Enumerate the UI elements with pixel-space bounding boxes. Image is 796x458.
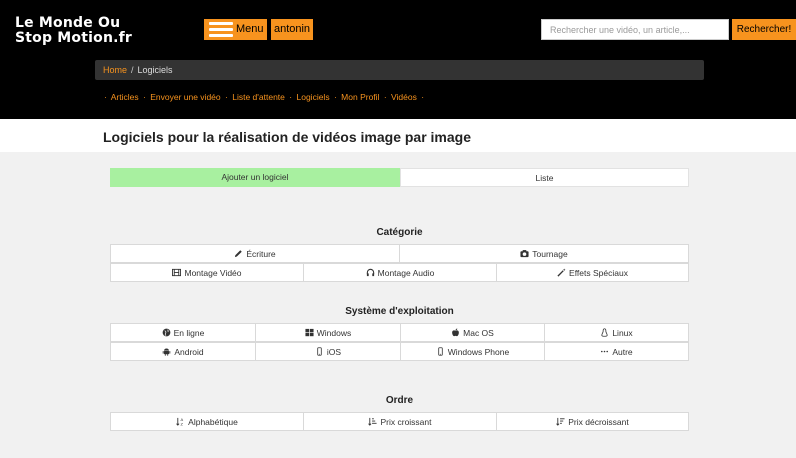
apple-icon: [452, 328, 459, 337]
category-label: Effets Spéciaux: [569, 267, 628, 278]
sort-amount-desc-icon: [556, 417, 565, 426]
page-title: Logiciels pour la réalisation de vidéos …: [103, 129, 472, 145]
breadcrumb-home[interactable]: Home: [103, 65, 127, 75]
camera-icon: [520, 250, 529, 258]
os-autre-button[interactable]: Autre: [544, 342, 689, 361]
nav-envoyer-video[interactable]: Envoyer une vidéo: [150, 92, 220, 102]
globe-icon: [162, 328, 171, 337]
section-title-categorie: Catégorie: [376, 227, 423, 238]
header-bar: Le Monde Ou Stop Motion.fr Menu antonin …: [0, 0, 796, 119]
phone-icon: [317, 347, 322, 356]
os-android-button[interactable]: Android: [110, 342, 256, 361]
search-button[interactable]: Rechercher!: [732, 19, 796, 40]
breadcrumb: Home / Logiciels: [95, 60, 704, 80]
os-linux-button[interactable]: Linux: [544, 323, 689, 342]
sort-alphabetique-button[interactable]: AZ Alphabétique: [110, 412, 304, 431]
os-label: Mac OS: [463, 327, 494, 338]
category-ecriture-button[interactable]: Écriture: [110, 244, 400, 263]
menu-label: Menu: [236, 23, 264, 35]
category-effets-speciaux-button[interactable]: Effets Spéciaux: [496, 263, 689, 282]
category-tournage-button[interactable]: Tournage: [399, 244, 689, 263]
svg-text:Z: Z: [181, 422, 184, 426]
film-icon: [172, 268, 182, 277]
os-label: Windows: [316, 327, 352, 338]
sort-prix-decroissant-button[interactable]: Prix décroissant: [496, 412, 689, 431]
sort-amount-asc-icon: [368, 417, 378, 426]
hamburger-icon: [209, 22, 233, 37]
nav-videos[interactable]: Vidéos: [391, 92, 417, 102]
sort-label: Prix croissant: [380, 416, 432, 427]
windows-icon: [305, 328, 314, 337]
user-button[interactable]: antonin: [271, 19, 313, 40]
os-label: Android: [174, 346, 204, 357]
os-ios-button[interactable]: iOS: [255, 342, 401, 361]
menu-button[interactable]: Menu: [204, 19, 267, 40]
category-label: Tournage: [532, 248, 568, 259]
os-label: Linux: [612, 327, 633, 338]
pencil-icon: [235, 250, 243, 258]
os-label: En ligne: [173, 327, 205, 338]
category-montage-video-button[interactable]: Montage Vidéo: [110, 263, 304, 282]
os-label: Windows Phone: [447, 346, 510, 357]
os-en-ligne-button[interactable]: En ligne: [110, 323, 256, 342]
category-label: Montage Audio: [377, 267, 435, 278]
section-title-ordre: Ordre: [385, 395, 414, 406]
phone-icon: [438, 347, 443, 356]
nav-mon-profil[interactable]: Mon Profil: [341, 92, 379, 102]
ellipsis-icon: [601, 350, 609, 353]
sort-alpha-icon: AZ: [176, 417, 184, 426]
os-windows-phone-button[interactable]: Windows Phone: [400, 342, 545, 361]
nav-links: · Articles · Envoyer une vidéo · Liste d…: [104, 92, 425, 102]
breadcrumb-current: Logiciels: [137, 65, 173, 75]
android-icon: [163, 348, 171, 356]
magic-wand-icon: [557, 268, 566, 277]
linux-icon: [601, 328, 608, 337]
os-windows-button[interactable]: Windows: [255, 323, 401, 342]
logo-line-1: Le Monde Ou: [15, 15, 121, 31]
category-label: Montage Vidéo: [184, 267, 242, 278]
site-logo[interactable]: Le Monde Ou Stop Motion.fr: [15, 16, 155, 46]
headphones-icon: [366, 268, 374, 277]
sort-prix-croissant-button[interactable]: Prix croissant: [303, 412, 497, 431]
breadcrumb-separator: /: [131, 65, 134, 75]
tab-list[interactable]: Liste: [400, 168, 689, 187]
os-label: iOS: [326, 346, 342, 357]
search-input[interactable]: [541, 19, 729, 40]
category-label: Écriture: [246, 248, 276, 259]
sort-label: Prix décroissant: [568, 416, 629, 427]
section-title-systeme: Système d'exploitation: [345, 306, 454, 317]
category-montage-audio-button[interactable]: Montage Audio: [303, 263, 497, 282]
nav-liste-attente[interactable]: Liste d'attente: [232, 92, 285, 102]
tab-add-software[interactable]: Ajouter un logiciel: [110, 168, 400, 187]
sort-label: Alphabétique: [188, 416, 238, 427]
os-label: Autre: [612, 346, 633, 357]
nav-articles[interactable]: Articles: [111, 92, 139, 102]
os-mac-os-button[interactable]: Mac OS: [400, 323, 545, 342]
logo-line-2: Stop Motion.fr: [15, 30, 133, 46]
nav-logiciels[interactable]: Logiciels: [297, 92, 330, 102]
